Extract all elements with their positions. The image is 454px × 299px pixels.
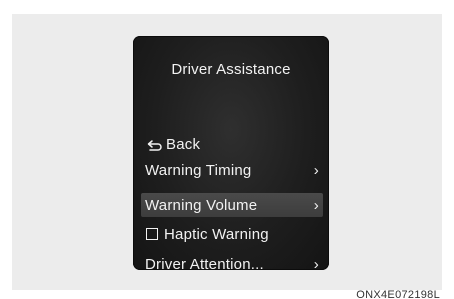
driver-attention-menu-item[interactable]: Driver Attention... › <box>145 252 319 276</box>
chevron-right-icon: › <box>313 196 319 214</box>
checkbox-unchecked-icon[interactable] <box>146 228 158 240</box>
warning-timing-label: Warning Timing <box>145 161 252 179</box>
driver-attention-label: Driver Attention... <box>145 255 264 273</box>
warning-volume-menu-item[interactable]: Warning Volume › <box>141 193 323 217</box>
haptic-warning-menu-item[interactable]: Haptic Warning <box>145 222 319 246</box>
back-label: Back <box>166 135 201 153</box>
haptic-warning-label: Haptic Warning <box>164 225 269 243</box>
back-arrow-icon <box>147 138 163 151</box>
menu-title: Driver Assistance <box>171 61 291 78</box>
figure-code-caption: ONX4E072198L <box>356 289 440 299</box>
warning-volume-label: Warning Volume <box>145 196 258 214</box>
page: Driver Assistance Back Warning Timing › … <box>0 0 454 299</box>
cluster-display: Driver Assistance Back Warning Timing › … <box>133 36 329 273</box>
back-menu-item[interactable]: Back <box>147 132 321 156</box>
warning-timing-menu-item[interactable]: Warning Timing › <box>145 158 319 182</box>
chevron-right-icon: › <box>313 161 319 179</box>
chevron-right-icon: › <box>313 255 319 273</box>
